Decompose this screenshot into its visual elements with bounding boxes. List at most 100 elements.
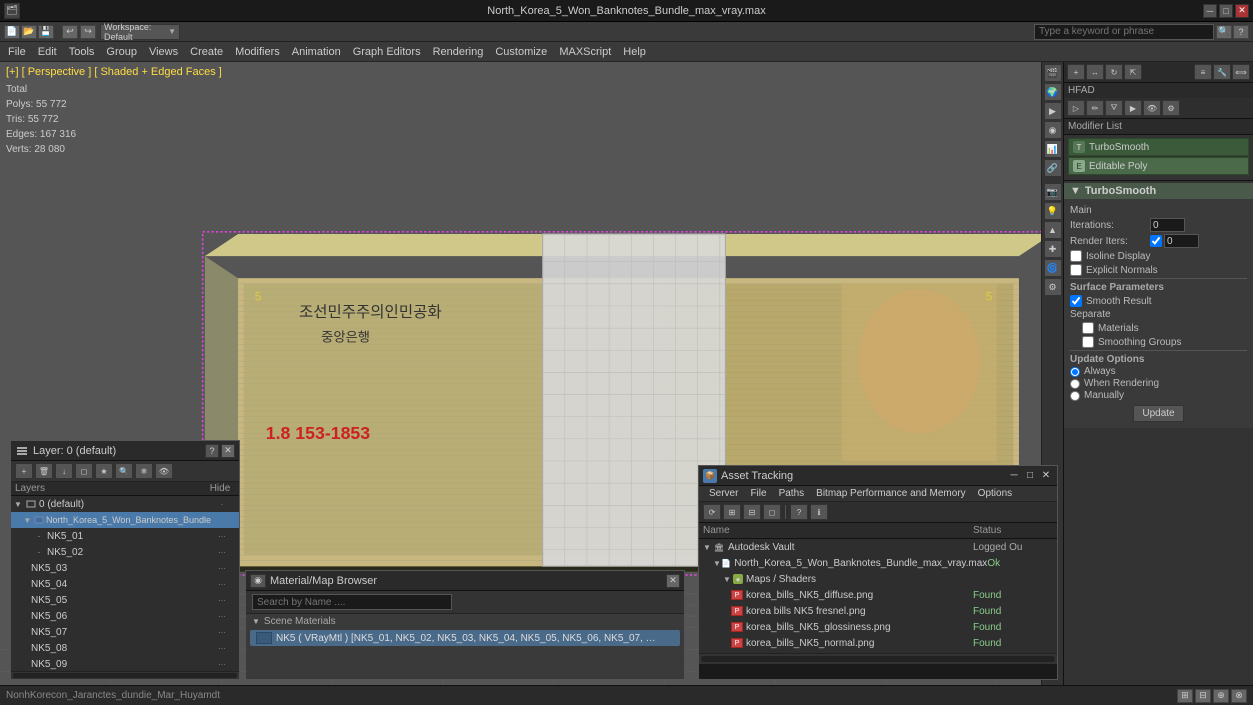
layer-select-objects-icon[interactable]: ◻ bbox=[75, 463, 93, 479]
at-menu-file[interactable]: File bbox=[744, 487, 772, 500]
at-row[interactable]: ▼ 📄 North_Korea_5_Won_Banknotes_Bundle_m… bbox=[699, 555, 1057, 571]
mp-paint-icon[interactable]: ✏ bbox=[1086, 100, 1104, 116]
layer-delete-icon[interactable]: 🗑 bbox=[35, 463, 53, 479]
geometry-icon[interactable]: ▲ bbox=[1044, 221, 1062, 239]
menu-maxscript[interactable]: MAXScript bbox=[553, 44, 617, 60]
layer-expand-icon[interactable]: ▼ bbox=[23, 515, 32, 525]
at-expand[interactable]: ▼ bbox=[723, 575, 733, 584]
layer-hide[interactable]: ··· bbox=[207, 580, 237, 589]
layer-item[interactable]: ▼ 0 (default) · bbox=[11, 496, 239, 512]
track-view-icon[interactable]: 📊 bbox=[1044, 140, 1062, 158]
layer-panel-help[interactable]: ? bbox=[205, 444, 219, 458]
mp-hierarchy-icon[interactable]: ⛛ bbox=[1105, 100, 1123, 116]
layer-hide[interactable]: ··· bbox=[207, 628, 237, 637]
at-menu-options[interactable]: Options bbox=[972, 487, 1018, 500]
schematic-view-icon[interactable]: 🔗 bbox=[1044, 159, 1062, 177]
layer-panel-close[interactable]: ✕ bbox=[221, 444, 235, 458]
minimize-button[interactable]: ─ bbox=[1203, 4, 1217, 18]
layer-item[interactable]: · NK5_01 ··· bbox=[11, 528, 239, 544]
light-icon[interactable]: 💡 bbox=[1044, 202, 1062, 220]
at-expand[interactable]: ▼ bbox=[703, 543, 713, 552]
new-icon[interactable]: 📄 bbox=[4, 25, 20, 39]
at-row[interactable]: P korea_bills_NK5_normal.png Found bbox=[699, 635, 1057, 651]
at-select-icon[interactable]: ◻ bbox=[763, 504, 781, 520]
window-controls-right[interactable]: ─ □ ✕ bbox=[1203, 4, 1249, 18]
at-info-icon[interactable]: ℹ bbox=[810, 504, 828, 520]
at-row[interactable]: ▼ ● Maps / Shaders bbox=[699, 571, 1057, 587]
ts-smoothing-groups-check[interactable] bbox=[1082, 336, 1094, 348]
snap3-icon[interactable]: ⊕ bbox=[1213, 689, 1229, 703]
layer-item[interactable]: NK5_09 ··· bbox=[11, 656, 239, 671]
spacewarp-icon[interactable]: 🌀 bbox=[1044, 259, 1062, 277]
mp-scale-icon[interactable]: ⇱ bbox=[1124, 64, 1142, 80]
mat-browser-close[interactable]: ✕ bbox=[666, 574, 680, 588]
at-expand[interactable]: ▼ bbox=[713, 559, 721, 568]
layer-select-highlight-icon[interactable]: ★ bbox=[95, 463, 113, 479]
mp-rotate-icon[interactable]: ↻ bbox=[1105, 64, 1123, 80]
layer-hide[interactable]: ··· bbox=[207, 660, 237, 669]
render-setup-icon[interactable]: 🎬 bbox=[1044, 64, 1062, 82]
at-row[interactable]: P korea_bills_NK5_glossiness.png Found bbox=[699, 619, 1057, 635]
workspace-selector[interactable]: Workspace: Default ▼ bbox=[100, 24, 180, 40]
layer-hide[interactable]: ··· bbox=[207, 564, 237, 573]
close-button[interactable]: ✕ bbox=[1235, 4, 1249, 18]
layer-item[interactable]: · NK5_02 ··· bbox=[11, 544, 239, 560]
layer-hide-icon[interactable]: 👁 bbox=[155, 463, 173, 479]
layer-item[interactable]: NK5_05 ··· bbox=[11, 592, 239, 608]
layer-hide[interactable]: ··· bbox=[207, 644, 237, 653]
menu-help[interactable]: Help bbox=[617, 44, 652, 60]
camera-icon[interactable]: 📷 bbox=[1044, 183, 1062, 201]
menu-customize[interactable]: Customize bbox=[489, 44, 553, 60]
ts-manually-radio[interactable] bbox=[1070, 391, 1080, 401]
at-table-body[interactable]: ▼ 🏛 Autodesk Vault Logged Ou ▼ 📄 North_K… bbox=[699, 539, 1057, 653]
layer-expand-icon[interactable]: ▼ bbox=[13, 499, 23, 509]
mat-search-input[interactable] bbox=[252, 594, 452, 610]
at-scrollbar-horizontal[interactable] bbox=[699, 653, 1057, 663]
layer-item[interactable]: NK5_06 ··· bbox=[11, 608, 239, 624]
mp-snap-icon[interactable]: 🔧 bbox=[1213, 64, 1231, 80]
snap-icon[interactable]: ⊞ bbox=[1177, 689, 1193, 703]
at-refresh-icon[interactable]: ⟳ bbox=[703, 504, 721, 520]
at-close[interactable]: ✕ bbox=[1039, 469, 1053, 483]
mp-move-icon[interactable]: ↔ bbox=[1086, 64, 1104, 80]
layer-hide[interactable]: ··· bbox=[207, 548, 237, 557]
turbosmooth-modifier[interactable]: T TurboSmooth bbox=[1068, 138, 1249, 156]
help-icon[interactable]: ? bbox=[1233, 25, 1249, 39]
mp-mirror-icon[interactable]: ⟺ bbox=[1232, 64, 1250, 80]
menu-group[interactable]: Group bbox=[100, 44, 143, 60]
at-minimize[interactable]: ─ bbox=[1007, 469, 1021, 483]
layer-new-icon[interactable]: + bbox=[15, 463, 33, 479]
ts-update-button[interactable]: Update bbox=[1133, 405, 1183, 422]
at-expand-icon[interactable]: ⊞ bbox=[723, 504, 741, 520]
snap4-icon[interactable]: ⊗ bbox=[1231, 689, 1247, 703]
at-row[interactable]: ▼ 🏛 Autodesk Vault Logged Ou bbox=[699, 539, 1057, 555]
mp-display-icon[interactable]: 👁 bbox=[1143, 100, 1161, 116]
ts-isoline-check[interactable] bbox=[1070, 250, 1082, 262]
layer-hide[interactable]: ··· bbox=[207, 596, 237, 605]
undo-icon[interactable]: ↩ bbox=[62, 25, 78, 39]
layer-freeze-icon[interactable]: ❄ bbox=[135, 463, 153, 479]
at-collapse-icon[interactable]: ⊟ bbox=[743, 504, 761, 520]
search-input[interactable] bbox=[1034, 24, 1214, 40]
mp-motion-icon[interactable]: ▶ bbox=[1124, 100, 1142, 116]
layer-add-selected-icon[interactable]: ↓ bbox=[55, 463, 73, 479]
at-row[interactable]: P korea_bills_NK5_diffuse.png Found bbox=[699, 587, 1057, 603]
ts-iterations-input[interactable] bbox=[1150, 218, 1185, 232]
at-menu-bitmap-perf[interactable]: Bitmap Performance and Memory bbox=[810, 487, 972, 500]
at-menu-server[interactable]: Server bbox=[703, 487, 744, 500]
mat-item[interactable]: NK5 ( VRayMtl ) [NK5_01, NK5_02, NK5_03,… bbox=[250, 630, 680, 646]
mp-select-icon[interactable]: ▷ bbox=[1067, 100, 1085, 116]
layer-list[interactable]: ▼ 0 (default) · ▼ North_Korea_5_Won_Bank… bbox=[11, 496, 239, 671]
layer-hide[interactable]: ··· bbox=[207, 532, 237, 541]
layer-item[interactable]: ▼ North_Korea_5_Won_Banknotes_Bundle bbox=[11, 512, 239, 528]
ts-when-rendering-radio[interactable] bbox=[1070, 379, 1080, 389]
systems-icon[interactable]: ⚙ bbox=[1044, 278, 1062, 296]
menu-modifiers[interactable]: Modifiers bbox=[229, 44, 286, 60]
menu-animation[interactable]: Animation bbox=[286, 44, 347, 60]
layer-item[interactable]: NK5_08 ··· bbox=[11, 640, 239, 656]
at-help-icon[interactable]: ? bbox=[790, 504, 808, 520]
ts-render-iters-check[interactable] bbox=[1150, 235, 1162, 247]
ts-render-iters-input[interactable] bbox=[1164, 234, 1199, 248]
at-row[interactable]: P korea bills NK5 fresnel.png Found bbox=[699, 603, 1057, 619]
layer-item[interactable]: NK5_04 ··· bbox=[11, 576, 239, 592]
